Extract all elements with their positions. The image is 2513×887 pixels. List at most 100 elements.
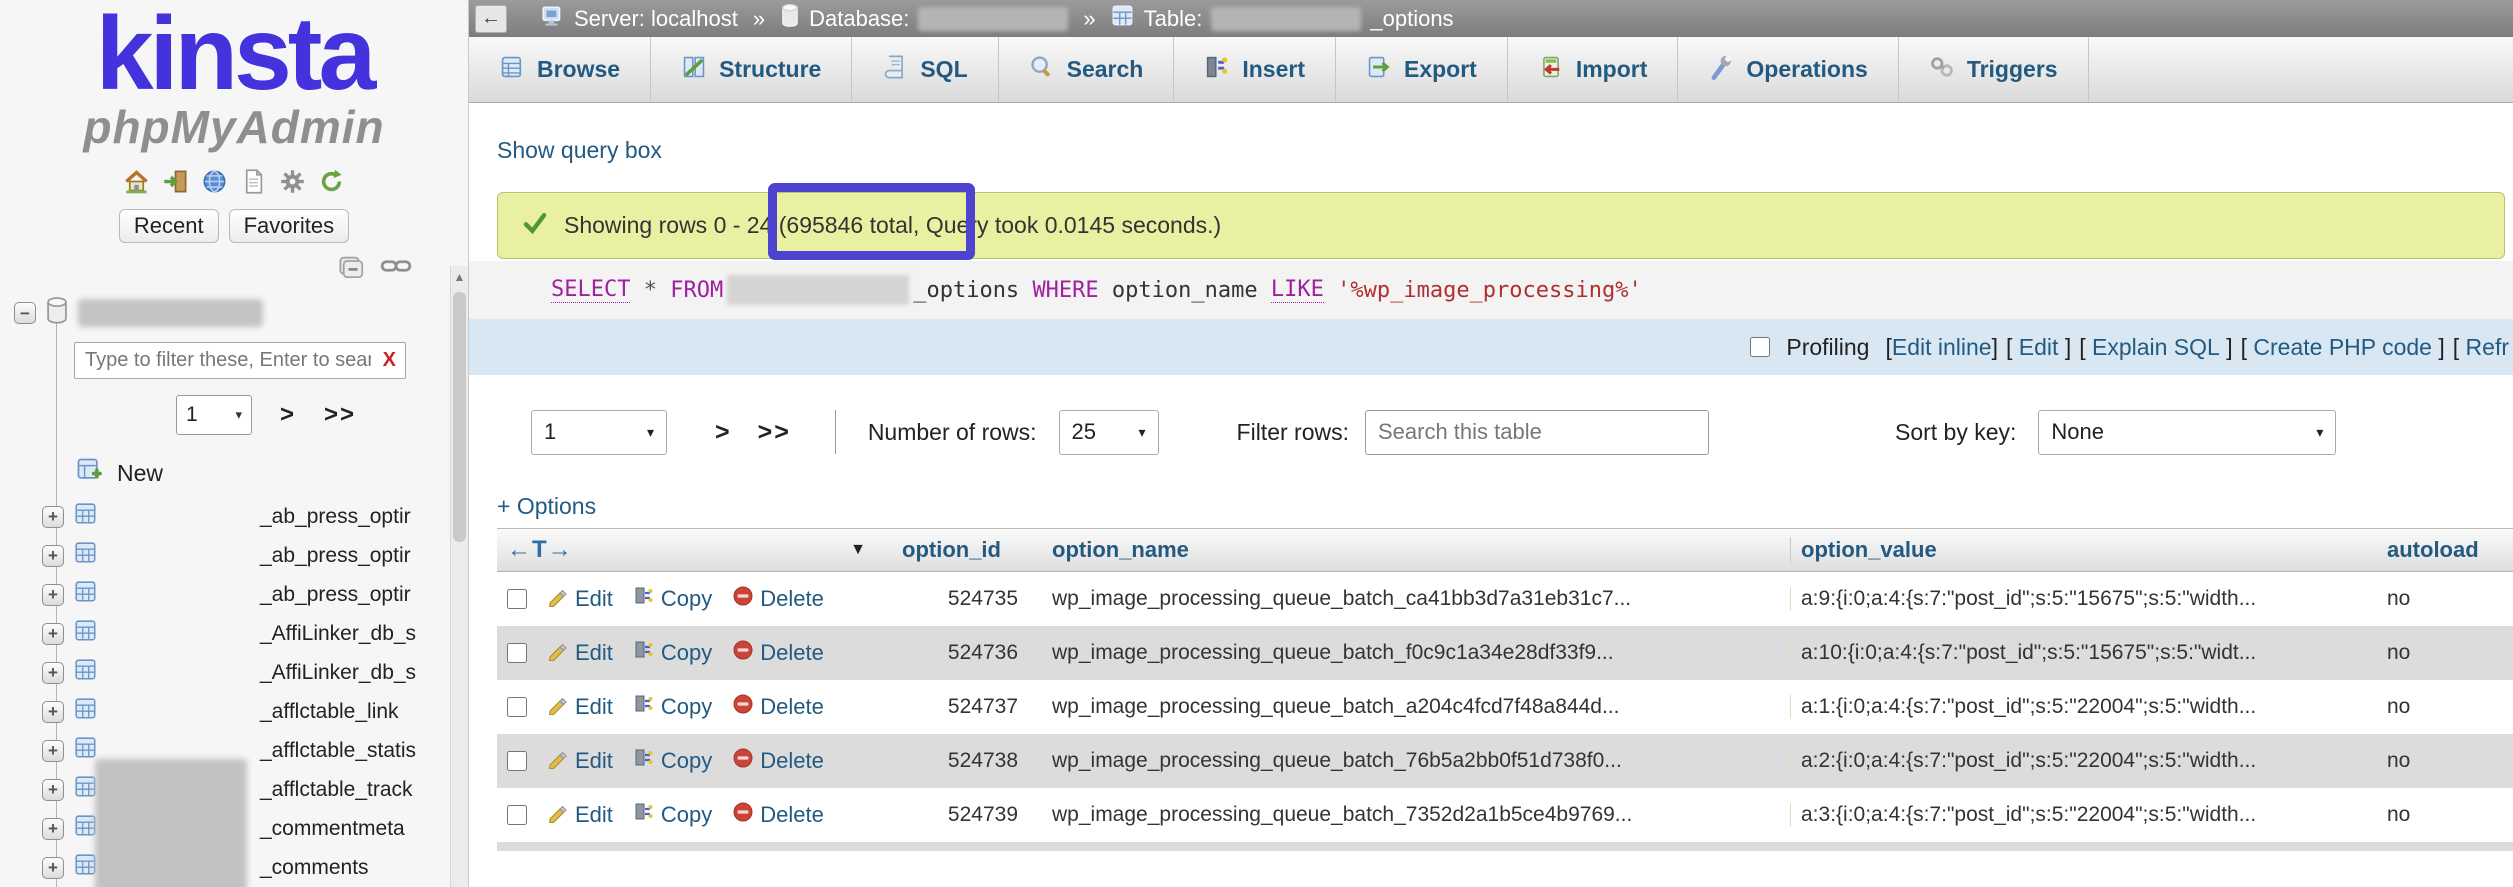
expand-icon[interactable]: + bbox=[42, 701, 64, 723]
tab-import[interactable]: Import bbox=[1508, 37, 1679, 102]
recent-button[interactable]: Recent bbox=[119, 209, 219, 243]
edit-action[interactable]: Edit bbox=[547, 639, 613, 667]
table-search-input[interactable] bbox=[1365, 410, 1709, 455]
collapse-all-icon[interactable] bbox=[338, 255, 368, 286]
show-query-box-link[interactable]: Show query box bbox=[497, 137, 662, 164]
tab-triggers[interactable]: Triggers bbox=[1899, 37, 2089, 102]
options-toggle-link[interactable]: + Options bbox=[497, 493, 596, 520]
home-icon[interactable] bbox=[123, 168, 150, 195]
tab-search[interactable]: Search bbox=[999, 37, 1175, 102]
tree-next-page[interactable]: > bbox=[280, 401, 296, 429]
document-icon[interactable] bbox=[240, 168, 267, 195]
delete-action[interactable]: Delete bbox=[732, 747, 824, 775]
link-panel-icon[interactable] bbox=[380, 255, 412, 286]
table-list-item[interactable]: +_afflctable_link bbox=[0, 692, 468, 731]
edit-action[interactable]: Edit bbox=[547, 693, 613, 721]
copy-icon bbox=[633, 747, 655, 775]
scrollbar-thumb[interactable] bbox=[453, 292, 466, 542]
refresh-link[interactable]: Refr bbox=[2466, 334, 2509, 360]
tab-operations[interactable]: Operations bbox=[1678, 37, 1898, 102]
row-checkbox[interactable] bbox=[507, 805, 527, 825]
structure-icon bbox=[681, 54, 707, 86]
delete-action[interactable]: Delete bbox=[732, 639, 824, 667]
collapse-nav-arrow[interactable]: ← bbox=[475, 5, 507, 33]
copy-action[interactable]: Copy bbox=[633, 693, 712, 721]
favorites-button[interactable]: Favorites bbox=[229, 209, 349, 243]
expand-icon[interactable]: + bbox=[42, 740, 64, 762]
sort-key-select[interactable]: None▾ bbox=[2038, 410, 2336, 455]
edit-query-link[interactable]: Edit bbox=[2019, 334, 2059, 360]
row-checkbox[interactable] bbox=[507, 643, 527, 663]
header-option-name[interactable]: option_name bbox=[1042, 537, 1790, 563]
cell-option-name: wp_image_processing_queue_batch_76b5a2bb… bbox=[1042, 749, 1790, 773]
expand-icon[interactable]: + bbox=[42, 506, 64, 528]
export-icon bbox=[1366, 54, 1392, 86]
tab-insert[interactable]: Insert bbox=[1174, 37, 1336, 102]
table-list-item[interactable]: +_ab_press_optir bbox=[0, 575, 468, 614]
copy-icon bbox=[633, 801, 655, 829]
breadcrumb-server[interactable]: Server: localhost bbox=[574, 6, 738, 32]
table-list-item[interactable]: +_ab_press_optir bbox=[0, 497, 468, 536]
tree-filter-input[interactable] bbox=[74, 342, 406, 379]
globe-icon[interactable] bbox=[201, 168, 228, 195]
sort-indicator-icon[interactable]: ▼ bbox=[850, 541, 866, 559]
table-icon bbox=[74, 541, 98, 570]
rows-per-page-select[interactable]: 25▾ bbox=[1059, 410, 1159, 455]
profiling-checkbox[interactable] bbox=[1750, 337, 1770, 357]
edit-action[interactable]: Edit bbox=[547, 585, 613, 613]
delete-action[interactable]: Delete bbox=[732, 585, 824, 613]
sql-select-keyword[interactable]: SELECT bbox=[551, 277, 630, 303]
explain-sql-link[interactable]: Explain SQL bbox=[2092, 334, 2220, 360]
table-icon bbox=[74, 658, 98, 687]
cell-option-name: wp_image_processing_queue_batch_a204c4fc… bbox=[1042, 695, 1790, 719]
tab-browse[interactable]: Browse bbox=[469, 37, 651, 102]
edit-action[interactable]: Edit bbox=[547, 801, 613, 829]
row-checkbox[interactable] bbox=[507, 751, 527, 771]
sidebar-scrollbar[interactable]: ▲ bbox=[450, 266, 468, 887]
edit-inline-link[interactable]: Edit inline bbox=[1892, 334, 1992, 360]
table-list-item[interactable]: +_AffiLinker_db_s bbox=[0, 653, 468, 692]
copy-action[interactable]: Copy bbox=[633, 801, 712, 829]
edit-action[interactable]: Edit bbox=[547, 747, 613, 775]
expand-icon[interactable]: + bbox=[42, 779, 64, 801]
copy-action[interactable]: Copy bbox=[633, 639, 712, 667]
create-php-code-link[interactable]: Create PHP code bbox=[2253, 334, 2432, 360]
tab-export[interactable]: Export bbox=[1336, 37, 1508, 102]
tab-structure[interactable]: Structure bbox=[651, 37, 852, 102]
row-checkbox[interactable] bbox=[507, 697, 527, 717]
clear-filter-icon[interactable]: X bbox=[383, 349, 396, 372]
column-nav-arrows[interactable]: ←T→ bbox=[497, 536, 573, 564]
gear-icon[interactable] bbox=[279, 168, 306, 195]
sql-like-keyword[interactable]: LIKE bbox=[1271, 277, 1324, 303]
page-select[interactable]: 1▾ bbox=[531, 410, 667, 455]
expand-icon[interactable]: + bbox=[42, 623, 64, 645]
table-list-item[interactable]: +_AffiLinker_db_s bbox=[0, 614, 468, 653]
row-checkbox[interactable] bbox=[507, 589, 527, 609]
refresh-icon[interactable] bbox=[318, 168, 345, 195]
new-table-item[interactable]: New bbox=[76, 457, 468, 489]
breadcrumb-table-label[interactable]: Table: bbox=[1144, 6, 1203, 32]
logout-icon[interactable] bbox=[162, 168, 189, 195]
collapse-node-icon[interactable]: − bbox=[14, 302, 36, 324]
header-option-id[interactable]: option_id bbox=[882, 537, 1042, 563]
database-node[interactable]: − bbox=[0, 296, 468, 330]
last-page-link[interactable]: >> bbox=[758, 418, 791, 447]
scroll-up-icon[interactable]: ▲ bbox=[451, 266, 468, 284]
tab-sql[interactable]: SQL bbox=[852, 37, 998, 102]
next-page-link[interactable]: > bbox=[715, 418, 730, 447]
expand-icon[interactable]: + bbox=[42, 857, 64, 879]
copy-action[interactable]: Copy bbox=[633, 585, 712, 613]
expand-icon[interactable]: + bbox=[42, 662, 64, 684]
breadcrumb-database-label[interactable]: Database: bbox=[809, 6, 909, 32]
delete-action[interactable]: Delete bbox=[732, 801, 824, 829]
tree-last-page[interactable]: >> bbox=[324, 401, 356, 429]
expand-icon[interactable]: + bbox=[42, 818, 64, 840]
expand-icon[interactable]: + bbox=[42, 545, 64, 567]
delete-action[interactable]: Delete bbox=[732, 693, 824, 721]
header-autoload[interactable]: autoload bbox=[2375, 537, 2513, 563]
table-list-item[interactable]: +_ab_press_optir bbox=[0, 536, 468, 575]
tree-page-select[interactable]: 1 ▾ bbox=[176, 395, 252, 435]
header-option-value[interactable]: option_value bbox=[1790, 537, 2375, 563]
copy-action[interactable]: Copy bbox=[633, 747, 712, 775]
expand-icon[interactable]: + bbox=[42, 584, 64, 606]
